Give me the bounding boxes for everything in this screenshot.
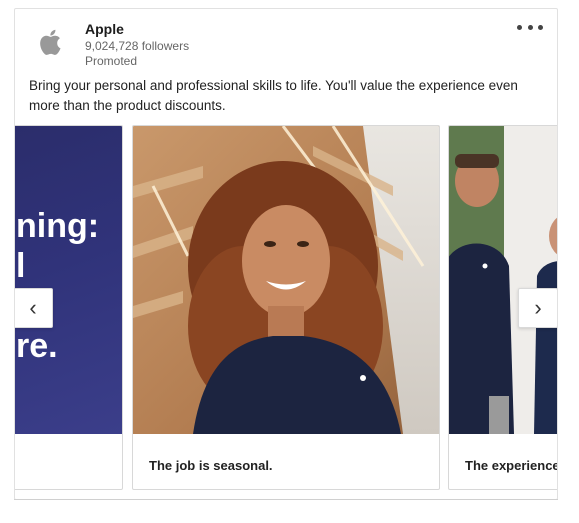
company-name[interactable]: Apple bbox=[85, 21, 124, 37]
sponsored-post: Apple 9,024,728 followers Promoted Bring… bbox=[14, 8, 558, 500]
card-title: The job is seasonal. bbox=[149, 458, 273, 473]
card-title: The experience bbox=[465, 458, 558, 473]
card-headline-line: l bbox=[16, 247, 26, 285]
carousel-next-button[interactable]: › bbox=[518, 288, 557, 328]
more-options-button[interactable] bbox=[517, 19, 543, 35]
employees-photo bbox=[449, 126, 557, 434]
apple-logo-icon bbox=[40, 29, 61, 55]
post-caption: Bring your personal and professional ski… bbox=[29, 78, 518, 113]
follower-count: 9,024,728 followers bbox=[85, 39, 190, 53]
employee-photo bbox=[133, 126, 439, 434]
card-image bbox=[133, 126, 439, 434]
post-header: Apple 9,024,728 followers Promoted bbox=[15, 9, 557, 71]
card-headline-line: ning: bbox=[16, 207, 100, 245]
carousel-previous-button[interactable]: ‹ bbox=[15, 288, 53, 328]
divider bbox=[14, 499, 558, 500]
card-headline-line: re. bbox=[16, 327, 58, 365]
more-dot-icon bbox=[538, 24, 543, 30]
promoted-label: Promoted bbox=[85, 54, 138, 68]
image-carousel: ning: l re. The job is seasonal. The exp… bbox=[15, 125, 558, 491]
company-logo[interactable] bbox=[37, 25, 67, 59]
more-dot-icon bbox=[527, 24, 533, 30]
carousel-card[interactable]: The job is seasonal. bbox=[132, 125, 440, 490]
card-image: ning: l re. bbox=[15, 126, 122, 434]
card-image bbox=[449, 126, 557, 434]
more-dot-icon bbox=[517, 24, 522, 30]
